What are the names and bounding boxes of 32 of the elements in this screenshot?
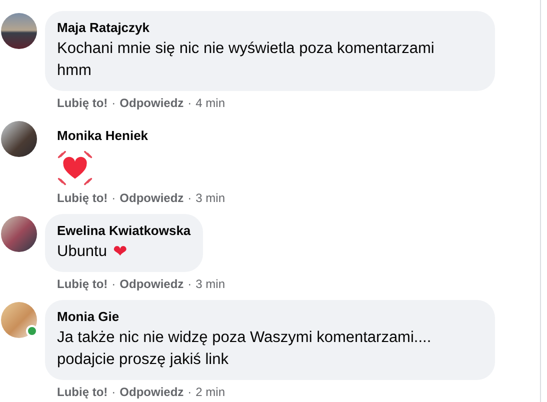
dot-separator: · bbox=[112, 95, 116, 111]
author-name[interactable]: Monia Gie bbox=[57, 308, 483, 325]
dot-separator: · bbox=[188, 384, 192, 400]
dot-separator: · bbox=[188, 190, 192, 206]
dot-separator: · bbox=[112, 190, 116, 206]
dot-separator: · bbox=[188, 276, 192, 292]
dot-separator: · bbox=[188, 95, 192, 111]
pulsing-heart-icon bbox=[57, 150, 93, 186]
author-name[interactable]: Ewelina Kwiatkowska bbox=[57, 222, 191, 239]
reply-link[interactable]: Odpowiedz bbox=[120, 95, 184, 111]
heart-emoji: ❤ bbox=[112, 242, 128, 262]
like-link[interactable]: Lubię to! bbox=[57, 95, 108, 111]
dot-separator: · bbox=[112, 384, 116, 400]
author-name[interactable]: Maja Ratajczyk bbox=[57, 19, 483, 36]
comment-text: Kochani mnie się nic nie wyświetla poza komentarzami hmm bbox=[57, 39, 434, 81]
comment-text: Ubuntu bbox=[57, 242, 107, 262]
like-link[interactable]: Lubię to! bbox=[57, 276, 108, 292]
comment-time: 2 min bbox=[196, 384, 225, 400]
author-name[interactable]: Monika Heniek bbox=[57, 127, 148, 144]
comment-text: Ja także nic nie widzę poza Waszymi komentarzami.... podajcie proszę jakiś link bbox=[57, 328, 432, 370]
reply-link[interactable]: Odpowiedz bbox=[120, 276, 184, 292]
reply-link[interactable]: Odpowiedz bbox=[120, 190, 184, 206]
like-link[interactable]: Lubię to! bbox=[57, 384, 108, 400]
comment-time: 4 min bbox=[196, 95, 225, 111]
avatar-photo[interactable] bbox=[1, 13, 37, 49]
dot-separator: · bbox=[112, 276, 116, 292]
avatar-photo[interactable] bbox=[1, 121, 37, 157]
avatar-photo[interactable] bbox=[1, 216, 37, 252]
like-link[interactable]: Lubię to! bbox=[57, 190, 108, 206]
comment-time: 3 min bbox=[196, 190, 225, 206]
comment-time: 3 min bbox=[196, 276, 225, 292]
reply-link[interactable]: Odpowiedz bbox=[120, 384, 184, 400]
